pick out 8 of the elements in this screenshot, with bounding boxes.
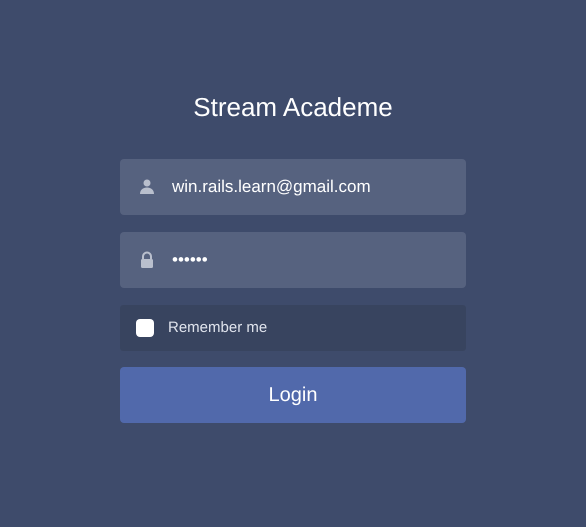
remember-checkbox[interactable] <box>136 319 154 338</box>
password-field[interactable]: •••••• <box>120 232 466 288</box>
email-field[interactable]: win.rails.learn@gmail.com <box>120 159 466 216</box>
user-icon <box>139 178 155 196</box>
remember-label[interactable]: Remember me <box>168 316 268 340</box>
lock-icon <box>139 251 155 268</box>
app-title: Stream Academe <box>192 92 394 124</box>
login-button[interactable]: Login <box>120 367 466 424</box>
